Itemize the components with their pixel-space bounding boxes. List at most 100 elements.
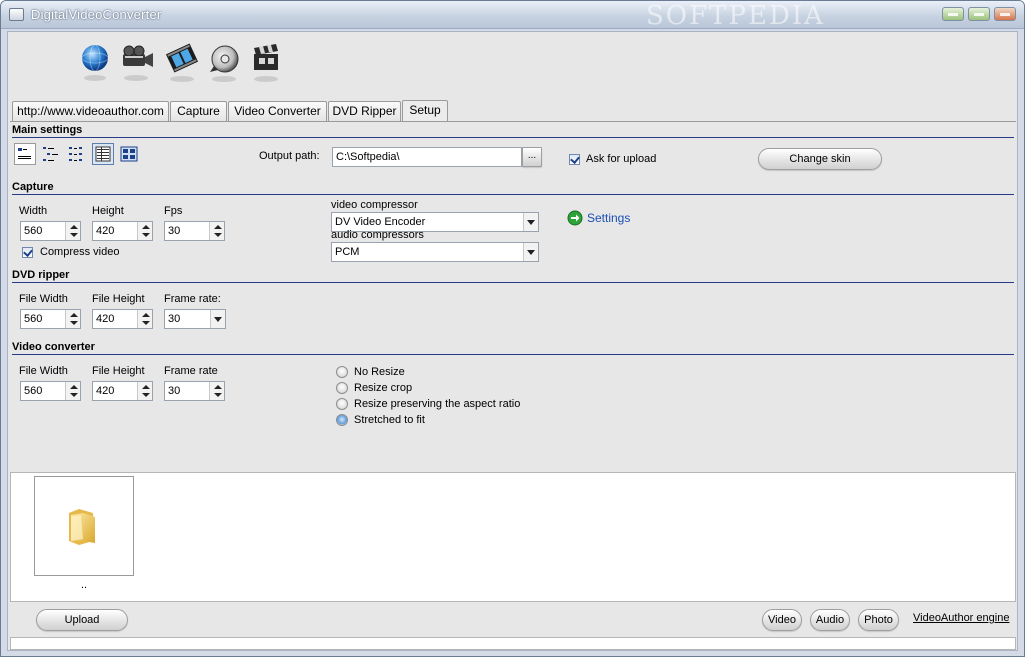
- vc-height-label: File Height: [92, 365, 145, 377]
- settings-link[interactable]: Settings: [587, 211, 630, 225]
- view-small-icons-button[interactable]: [14, 143, 36, 165]
- capture-width-value: 560: [24, 225, 43, 237]
- file-browser: ..: [10, 472, 1016, 602]
- film-icon[interactable]: [165, 42, 202, 84]
- capture-width-stepper[interactable]: 560: [20, 221, 81, 241]
- view-details-button[interactable]: [66, 143, 88, 165]
- stepper-arrows[interactable]: [209, 382, 224, 400]
- compress-video-checkbox[interactable]: [22, 247, 33, 258]
- app-icon: [9, 8, 24, 21]
- main-settings-title: Main settings: [12, 124, 83, 136]
- tab-capture[interactable]: Capture: [170, 101, 227, 121]
- upload-button[interactable]: Upload: [36, 609, 128, 631]
- stepper-arrows[interactable]: [65, 222, 80, 240]
- vc-width-stepper[interactable]: 560: [20, 381, 81, 401]
- dvd-width-stepper[interactable]: 560: [20, 309, 81, 329]
- resize-crop-radio[interactable]: [336, 382, 348, 394]
- view-report-button[interactable]: [92, 143, 114, 165]
- setup-panel: Main settings Output path: C:\Softpedia\…: [10, 121, 1016, 467]
- dvd-width-value: 560: [24, 313, 43, 325]
- browse-button[interactable]: ...: [522, 147, 542, 167]
- section-divider: [12, 137, 1014, 138]
- dvd-rate-select[interactable]: 30: [164, 309, 226, 329]
- section-divider: [12, 354, 1014, 355]
- globe-icon[interactable]: [80, 42, 116, 84]
- vc-height-value: 420: [96, 385, 115, 397]
- video-button[interactable]: Video: [762, 609, 802, 631]
- maximize-button[interactable]: [968, 7, 990, 21]
- dvd-width-label: File Width: [19, 293, 68, 305]
- audio-button[interactable]: Audio: [810, 609, 850, 631]
- client-area: http://www.videoauthor.com Capture Video…: [7, 31, 1018, 651]
- no-resize-radio[interactable]: [336, 366, 348, 378]
- stretch-fit-radio[interactable]: [336, 414, 348, 426]
- vc-rate-stepper[interactable]: 30: [164, 381, 225, 401]
- tab-dvd-ripper[interactable]: DVD Ripper: [328, 101, 401, 121]
- dvd-height-label: File Height: [92, 293, 145, 305]
- audio-compressor-label: audio compressors: [331, 229, 424, 241]
- capture-title: Capture: [12, 181, 54, 193]
- dvd-rate-label: Frame rate:: [164, 293, 221, 305]
- audio-compressor-value: PCM: [335, 246, 360, 258]
- app-window: DigitalVideoConverter SOFTPEDIA http://w…: [0, 0, 1025, 657]
- resize-aspect-radio[interactable]: [336, 398, 348, 410]
- stepper-arrows[interactable]: [65, 382, 80, 400]
- section-divider: [12, 282, 1014, 283]
- tab-setup[interactable]: Setup: [402, 100, 448, 121]
- settings-arrow-icon[interactable]: [567, 210, 583, 226]
- window-title: DigitalVideoConverter: [31, 7, 162, 22]
- vc-width-value: 560: [24, 385, 43, 397]
- photo-button[interactable]: Photo: [858, 609, 899, 631]
- dvd-rate-value: 30: [168, 313, 181, 325]
- chevron-down-icon[interactable]: [523, 213, 538, 231]
- change-skin-button[interactable]: Change skin: [758, 148, 882, 170]
- stepper-arrows[interactable]: [137, 310, 152, 328]
- vc-height-stepper[interactable]: 420: [92, 381, 153, 401]
- dvd-height-value: 420: [96, 313, 115, 325]
- view-list-button[interactable]: [40, 143, 62, 165]
- disc-icon[interactable]: [208, 42, 244, 84]
- watermark-text: SOFTPEDIA: [646, 1, 825, 31]
- folder-label: ..: [81, 579, 88, 591]
- stepper-arrows[interactable]: [137, 222, 152, 240]
- close-button[interactable]: [994, 7, 1016, 21]
- tab-videoauthor[interactable]: http://www.videoauthor.com: [12, 101, 169, 121]
- stepper-arrows[interactable]: [65, 310, 80, 328]
- folder-thumbnail[interactable]: [34, 476, 134, 576]
- capture-height-label: Height: [92, 205, 124, 217]
- view-thumbnails-button[interactable]: [118, 143, 140, 165]
- no-resize-label: No Resize: [354, 366, 405, 378]
- stepper-arrows[interactable]: [137, 382, 152, 400]
- camera-icon[interactable]: [120, 42, 156, 84]
- video-converter-title: Video converter: [12, 341, 95, 353]
- vc-width-label: File Width: [19, 365, 68, 377]
- audio-compressor-select[interactable]: PCM: [331, 242, 539, 262]
- ask-upload-checkbox[interactable]: [569, 154, 580, 165]
- minimize-button[interactable]: [942, 7, 964, 21]
- folder-icon: [69, 509, 95, 545]
- stretch-fit-label: Stretched to fit: [354, 414, 425, 426]
- chevron-down-icon[interactable]: [210, 310, 225, 328]
- compress-video-label: Compress video: [40, 246, 120, 258]
- bottom-bar: Upload Video Audio Photo VideoAuthor eng…: [10, 604, 1016, 636]
- dvd-height-stepper[interactable]: 420: [92, 309, 153, 329]
- status-bar: [10, 637, 1016, 650]
- capture-fps-label: Fps: [164, 205, 183, 217]
- clapper-icon[interactable]: [250, 42, 286, 84]
- title-bar[interactable]: DigitalVideoConverter SOFTPEDIA: [1, 1, 1024, 31]
- capture-width-label: Width: [19, 205, 48, 217]
- ask-upload-label: Ask for upload: [586, 153, 657, 165]
- vc-rate-value: 30: [168, 385, 181, 397]
- engine-link[interactable]: VideoAuthor engine: [913, 612, 1009, 624]
- resize-crop-label: Resize crop: [354, 382, 413, 394]
- capture-fps-value: 30: [168, 225, 181, 237]
- output-path-input[interactable]: C:\Softpedia\: [332, 147, 522, 167]
- capture-fps-stepper[interactable]: 30: [164, 221, 225, 241]
- chevron-down-icon[interactable]: [523, 243, 538, 261]
- capture-height-stepper[interactable]: 420: [92, 221, 153, 241]
- tab-video-converter[interactable]: Video Converter: [228, 101, 327, 121]
- stepper-arrows[interactable]: [209, 222, 224, 240]
- section-divider: [12, 194, 1014, 195]
- resize-aspect-label: Resize preserving the aspect ratio: [354, 398, 521, 410]
- vc-rate-label: Frame rate: [164, 365, 218, 377]
